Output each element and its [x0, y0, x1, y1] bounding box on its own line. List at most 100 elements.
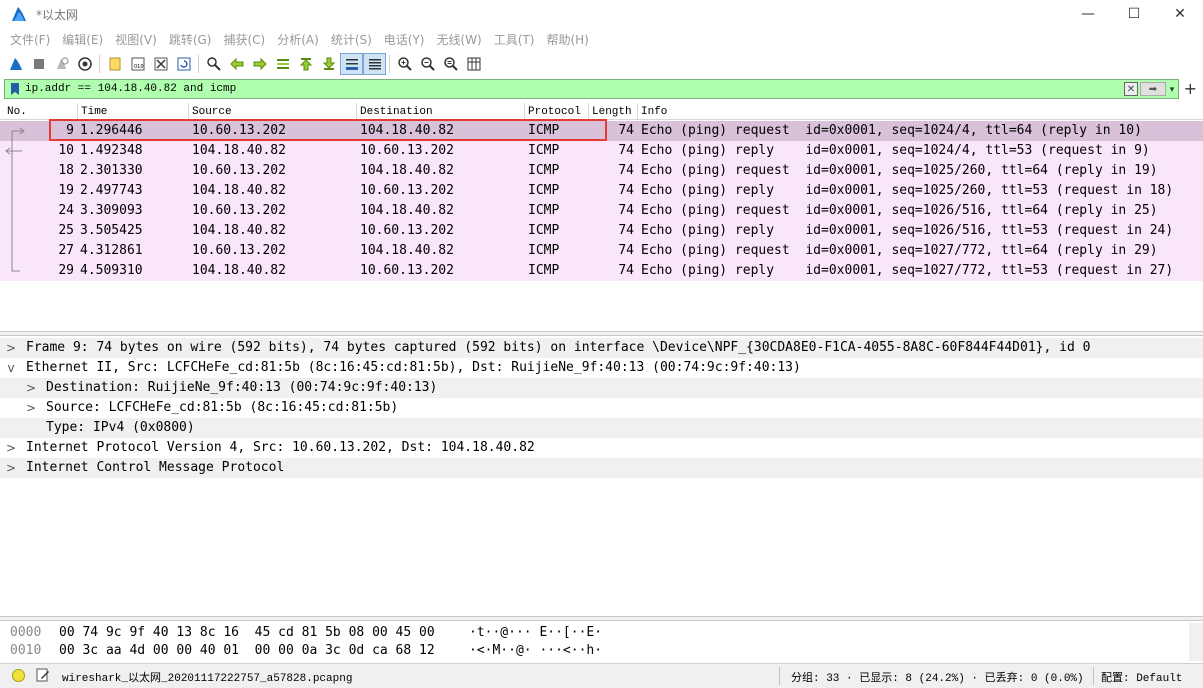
restart-capture-button[interactable]: [50, 53, 73, 75]
packet-protocol: ICMP: [528, 263, 560, 278]
add-filter-button[interactable]: +: [1184, 79, 1197, 98]
detail-tree-item[interactable]: > Source: LCFCHeFe_cd:81:5b (8c:16:45:cd…: [0, 398, 1203, 418]
filter-bookmark-button[interactable]: [7, 80, 23, 98]
go-first-button[interactable]: [294, 53, 317, 75]
find-packet-button[interactable]: [202, 53, 225, 75]
packet-time: 3.505425: [80, 223, 143, 238]
packet-time: 2.497743: [80, 183, 143, 198]
stop-capture-button[interactable]: [27, 53, 50, 75]
display-filter-input[interactable]: [25, 80, 1105, 98]
autoscroll-button[interactable]: [340, 53, 363, 75]
capture-comment-icon[interactable]: [36, 668, 50, 682]
packet-row[interactable]: 29 4.509310 104.18.40.82 10.60.13.202 IC…: [0, 261, 1203, 281]
detail-tree-item[interactable]: > Internet Protocol Version 4, Src: 10.6…: [0, 438, 1203, 458]
zoom-normal-button[interactable]: [439, 53, 462, 75]
menu-capture[interactable]: 捕获(C): [217, 31, 271, 48]
clear-filter-button[interactable]: ✕: [1124, 82, 1138, 96]
column-header-protocol[interactable]: Protocol: [524, 103, 588, 120]
menu-view[interactable]: 视图(V): [109, 31, 163, 48]
filter-history-dropdown[interactable]: ▾: [1167, 82, 1177, 96]
zoom-in-button[interactable]: [393, 53, 416, 75]
packet-destination: 10.60.13.202: [360, 143, 454, 158]
packet-length: 74: [618, 203, 634, 218]
close-file-button[interactable]: [149, 53, 172, 75]
column-header-no[interactable]: No.: [4, 103, 77, 120]
apply-filter-button[interactable]: ➡: [1140, 82, 1166, 96]
packet-info: Echo (ping) request id=0x0001, seq=1025/…: [641, 163, 1158, 178]
save-file-button[interactable]: 010: [126, 53, 149, 75]
detail-tree-item[interactable]: > Internet Control Message Protocol: [0, 458, 1203, 478]
packet-info: Echo (ping) request id=0x0001, seq=1027/…: [641, 243, 1158, 258]
start-capture-button[interactable]: [4, 53, 27, 75]
column-header-time[interactable]: Time: [77, 103, 188, 120]
reload-file-button[interactable]: [172, 53, 195, 75]
detail-text: Internet Protocol Version 4, Src: 10.60.…: [26, 440, 535, 455]
packet-source: 104.18.40.82: [192, 263, 286, 278]
expand-icon[interactable]: >: [24, 378, 38, 398]
expand-icon[interactable]: >: [4, 458, 18, 478]
packet-row[interactable]: 25 3.505425 104.18.40.82 10.60.13.202 IC…: [0, 221, 1203, 241]
go-last-button[interactable]: [317, 53, 340, 75]
detail-tree-item[interactable]: Type: IPv4 (0x0800): [0, 418, 1203, 438]
detail-tree-item[interactable]: > Destination: RuijieNe_9f:40:13 (00:74:…: [0, 378, 1203, 398]
menu-statistics[interactable]: 统计(S): [325, 31, 378, 48]
open-file-button[interactable]: [103, 53, 126, 75]
go-back-button[interactable]: [225, 53, 248, 75]
collapse-icon[interactable]: v: [4, 358, 18, 378]
menu-edit[interactable]: 编辑(E): [56, 31, 109, 48]
bytes-hex: 00 74 9c 9f 40 13 8c 16 45 cd 81 5b 08 0…: [59, 625, 435, 640]
menu-analyze[interactable]: 分析(A): [271, 31, 325, 48]
packet-stats: 分组: 33 · 已显示: 8 (24.2%) · 已丢弃: 0 (0.0%): [791, 673, 1084, 685]
capture-options-icon: [77, 57, 92, 71]
expert-info-indicator[interactable]: [12, 669, 25, 682]
configuration-profile[interactable]: 配置: Default: [1101, 669, 1182, 685]
menu-tools[interactable]: 工具(T): [488, 31, 541, 48]
packet-time: 4.312861: [80, 243, 143, 258]
packet-protocol: ICMP: [528, 183, 560, 198]
stop-capture-icon: [33, 59, 44, 69]
toolbar-separator: [198, 55, 199, 73]
pane-splitter[interactable]: [0, 331, 1203, 336]
bytes-scrollbar[interactable]: [1189, 623, 1203, 661]
expand-icon[interactable]: >: [4, 338, 18, 358]
capture-options-button[interactable]: [73, 53, 96, 75]
packet-row[interactable]: 9 1.296446 10.60.13.202 104.18.40.82 ICM…: [0, 121, 1203, 141]
menu-file[interactable]: 文件(F): [4, 31, 56, 48]
resize-columns-button[interactable]: [462, 53, 485, 75]
go-to-packet-button[interactable]: [271, 53, 294, 75]
menu-wireless[interactable]: 无线(W): [431, 31, 488, 48]
menu-telephony[interactable]: 电话(Y): [378, 31, 431, 48]
packet-row[interactable]: 19 2.497743 104.18.40.82 10.60.13.202 IC…: [0, 181, 1203, 201]
bookmark-icon: [11, 83, 19, 95]
toolbar-separator: [389, 55, 390, 73]
close-window-button[interactable]: ✕: [1157, 0, 1203, 28]
maximize-button[interactable]: ☐: [1111, 0, 1157, 28]
menu-go[interactable]: 跳转(G): [163, 31, 218, 48]
minimize-button[interactable]: —: [1065, 0, 1111, 28]
detail-tree-item[interactable]: v Ethernet II, Src: LCFCHeFe_cd:81:5b (8…: [0, 358, 1203, 378]
zoom-out-button[interactable]: [416, 53, 439, 75]
column-header-source[interactable]: Source: [188, 103, 356, 120]
packet-list: 9 1.296446 10.60.13.202 104.18.40.82 ICM…: [0, 121, 1203, 331]
colorize-button[interactable]: [363, 53, 386, 75]
bytes-row[interactable]: 0000 00 74 9c 9f 40 13 8c 16 45 cd 81 5b…: [0, 624, 1190, 642]
expand-icon[interactable]: >: [24, 398, 38, 418]
column-header-destination[interactable]: Destination: [356, 103, 524, 120]
packet-row[interactable]: 24 3.309093 10.60.13.202 104.18.40.82 IC…: [0, 201, 1203, 221]
detail-text: Ethernet II, Src: LCFCHeFe_cd:81:5b (8c:…: [26, 360, 801, 375]
column-header-length[interactable]: Length: [588, 103, 637, 120]
menu-help[interactable]: 帮助(H): [540, 31, 594, 48]
go-forward-button[interactable]: [248, 53, 271, 75]
bytes-row[interactable]: 0010 00 3c aa 4d 00 00 40 01 00 00 0a 3c…: [0, 642, 1190, 660]
detail-tree-item[interactable]: > Frame 9: 74 bytes on wire (592 bits), …: [0, 338, 1203, 358]
detail-text: Type: IPv4 (0x0800): [46, 420, 195, 435]
column-header-info[interactable]: Info: [637, 103, 1203, 120]
packet-row[interactable]: 10 1.492348 104.18.40.82 10.60.13.202 IC…: [0, 141, 1203, 161]
detail-text: Frame 9: 74 bytes on wire (592 bits), 74…: [26, 340, 1091, 355]
packet-source: 104.18.40.82: [192, 183, 286, 198]
pane-splitter[interactable]: [0, 616, 1203, 621]
expand-icon[interactable]: >: [4, 438, 18, 458]
packet-row[interactable]: 18 2.301330 10.60.13.202 104.18.40.82 IC…: [0, 161, 1203, 181]
packet-info: Echo (ping) reply id=0x0001, seq=1026/51…: [641, 223, 1174, 238]
packet-row[interactable]: 27 4.312861 10.60.13.202 104.18.40.82 IC…: [0, 241, 1203, 261]
